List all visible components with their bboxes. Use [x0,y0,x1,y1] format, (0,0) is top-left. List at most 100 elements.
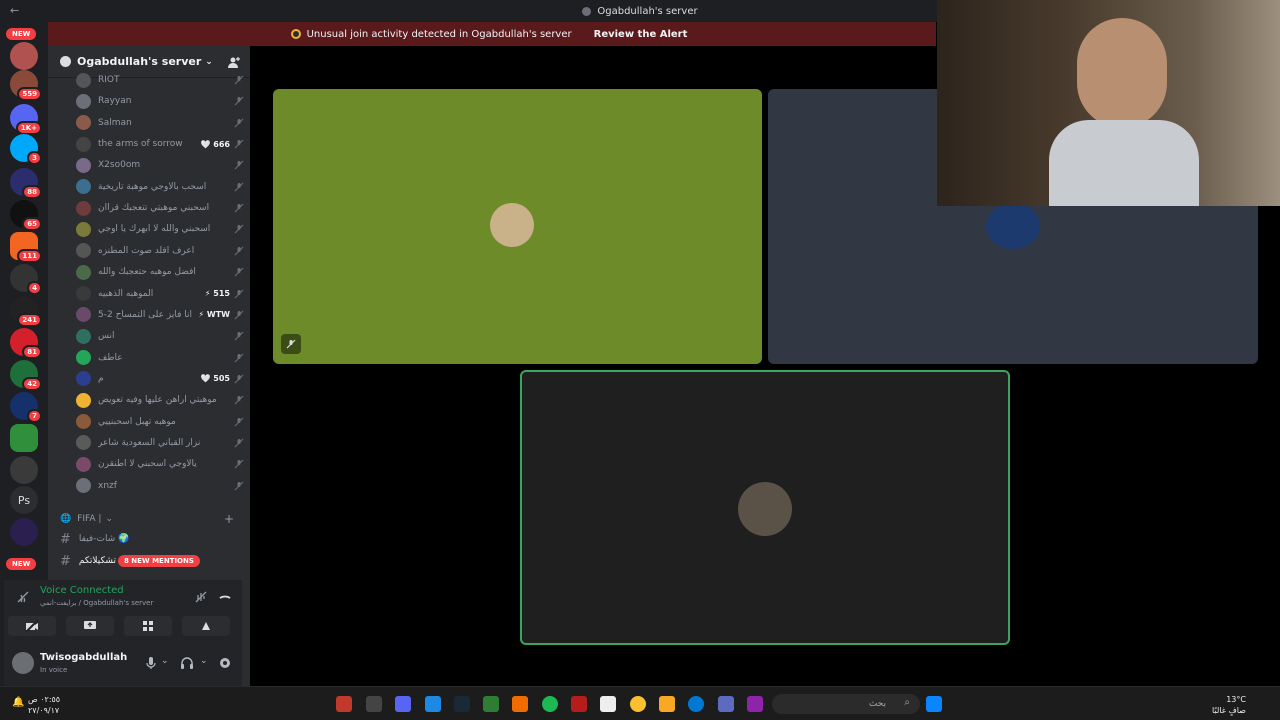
discord-icon[interactable] [395,696,411,712]
server-icon[interactable]: 241 [10,296,42,327]
member-row[interactable]: xnzf [76,476,244,496]
store-icon[interactable] [600,696,616,712]
avatar [76,328,91,344]
server-name: Ogabdullah's server [77,55,202,68]
member-row[interactable]: يالاوجي اسحبني لا اطنقرن [76,454,244,474]
server-icon[interactable] [10,42,38,70]
mic-muted-icon [234,438,244,448]
member-row[interactable]: RIOT [76,70,244,90]
video-tile-speaking[interactable] [520,370,1010,645]
channel-item[interactable]: # شات-فيفا 🌍 [60,530,246,548]
edge-icon[interactable] [688,696,704,712]
channel-name: شات-فيفا 🌍 [78,534,130,544]
member-row[interactable]: Salman [76,113,244,133]
server-icon[interactable]: 42 [10,360,42,391]
server-icon[interactable] [10,424,38,452]
mic-muted-icon [234,459,244,469]
member-row[interactable]: موهبتي اراهن عليها وفيه تعويض [76,390,244,410]
member-row[interactable]: عاطف [76,348,244,368]
search-icon: ⌕ [904,697,910,708]
member-row[interactable]: انس [76,326,244,346]
start-icon[interactable] [926,696,942,712]
app-icon[interactable] [366,696,382,712]
folder-icon[interactable] [659,696,675,712]
app-icon[interactable] [483,696,499,712]
app-icon[interactable] [747,696,763,712]
add-channel-icon[interactable]: + [224,512,234,526]
member-row[interactable]: X2so0om [76,155,244,175]
member-row[interactable]: م 🤍 505 [76,369,244,389]
disconnect-icon[interactable] [218,590,232,604]
clock[interactable]: ٠٢:٥٥ ص ٢٧/٠٩/١٧ [28,694,60,716]
member-row[interactable]: the arms of sorrow 🤍 666 [76,134,244,154]
video-tile[interactable] [273,89,762,364]
member-row[interactable]: اسحب بالاوجي موهبة تاريخية [76,177,244,197]
taskbar-search[interactable]: بحث ⌕ [772,694,920,714]
server-icon-ps[interactable]: Ps [10,486,38,514]
app-icon[interactable] [571,696,587,712]
server-icon[interactable]: 559 [10,70,42,101]
server-icon[interactable] [10,518,38,546]
new-badge: NEW [6,558,37,570]
avatar [738,482,792,536]
avatar [76,221,91,237]
avatar [76,157,91,173]
microphone-icon[interactable] [144,656,158,670]
mentions-badge[interactable]: 8 NEW MENTIONS [117,555,200,567]
server-icon [582,6,592,16]
activities-button[interactable] [124,616,172,636]
server-icon[interactable]: 3 [10,134,42,165]
server-icon[interactable]: 88 [10,168,42,199]
steam-icon[interactable] [454,696,470,712]
member-row[interactable]: الموهبه الذهبيه ⚡ 515 [76,284,244,304]
server-icon[interactable]: 65 [10,200,42,231]
server-icon[interactable]: 81 [10,328,42,359]
spotify-icon[interactable] [542,696,558,712]
username[interactable]: Twisogabdullah [40,652,127,663]
server-icon[interactable]: 7 [10,392,42,423]
member-row[interactable]: افضل موهبه حتعجبك والله [76,262,244,282]
member-name: انس [98,331,115,342]
gear-icon[interactable] [218,656,232,670]
member-row[interactable]: انا فايز على التمساح 2-5 😎 ⚡ WTW [76,305,244,325]
server-settings-icon [60,56,71,67]
review-alert-button[interactable]: Review the Alert [588,27,694,42]
avatar [76,200,91,216]
member-row[interactable]: اسحبني موهبتي تتعجبك قراان [76,198,244,218]
screen-share-button[interactable] [66,616,114,636]
signal-icon[interactable] [16,590,30,604]
person-shirt [1049,120,1199,206]
noise-suppression-icon[interactable] [194,590,208,604]
member-row[interactable]: نزار القباني السعودية شاعر [76,433,244,453]
app-icon[interactable] [425,696,441,712]
category-fifa[interactable]: 🌐 FIFA | ⌄ + [60,512,246,526]
camera-button[interactable] [8,616,56,636]
weather-widget[interactable]: 13°C صافٍ غالبًا [1212,694,1246,716]
headphones-icon[interactable] [180,656,194,670]
teams-icon[interactable] [718,696,734,712]
app-icon[interactable] [336,696,352,712]
member-row[interactable]: اعرف اقلد صوت المطنزه [76,241,244,261]
chrome-icon[interactable] [630,696,646,712]
mic-muted-icon [234,310,244,320]
server-icon[interactable] [10,456,38,484]
notification-icon[interactable]: 🔔 [12,697,24,708]
soundboard-button[interactable] [182,616,230,636]
globe-icon: 🌐 [60,514,72,524]
back-arrow-icon[interactable]: ← [10,4,19,17]
server-icon[interactable]: 4 [10,264,42,295]
chevron-down-icon[interactable]: ⌄ [161,656,169,666]
member-row[interactable]: Rayyan [76,91,244,111]
chevron-down-icon[interactable]: ⌄ [200,656,208,666]
app-icon[interactable] [512,696,528,712]
unread-badge: 81 [22,345,42,359]
member-row[interactable]: اسحبني والله لا ابهرك يا اوجي [76,219,244,239]
channel-item[interactable]: # تشكيلاتكم 8 NEW MENTIONS [60,552,246,570]
avatar[interactable] [12,652,34,674]
member-row[interactable]: موهبه تهبل اسحبنييي [76,412,244,432]
voice-connected-label: Voice Connected [40,585,124,596]
server-icon[interactable]: 1K+ [10,104,42,135]
invite-user-icon[interactable] [228,56,240,68]
voice-location[interactable]: برايفت-انمي / Ogabdullah's server [40,599,153,607]
server-icon[interactable]: 111 [10,232,42,263]
